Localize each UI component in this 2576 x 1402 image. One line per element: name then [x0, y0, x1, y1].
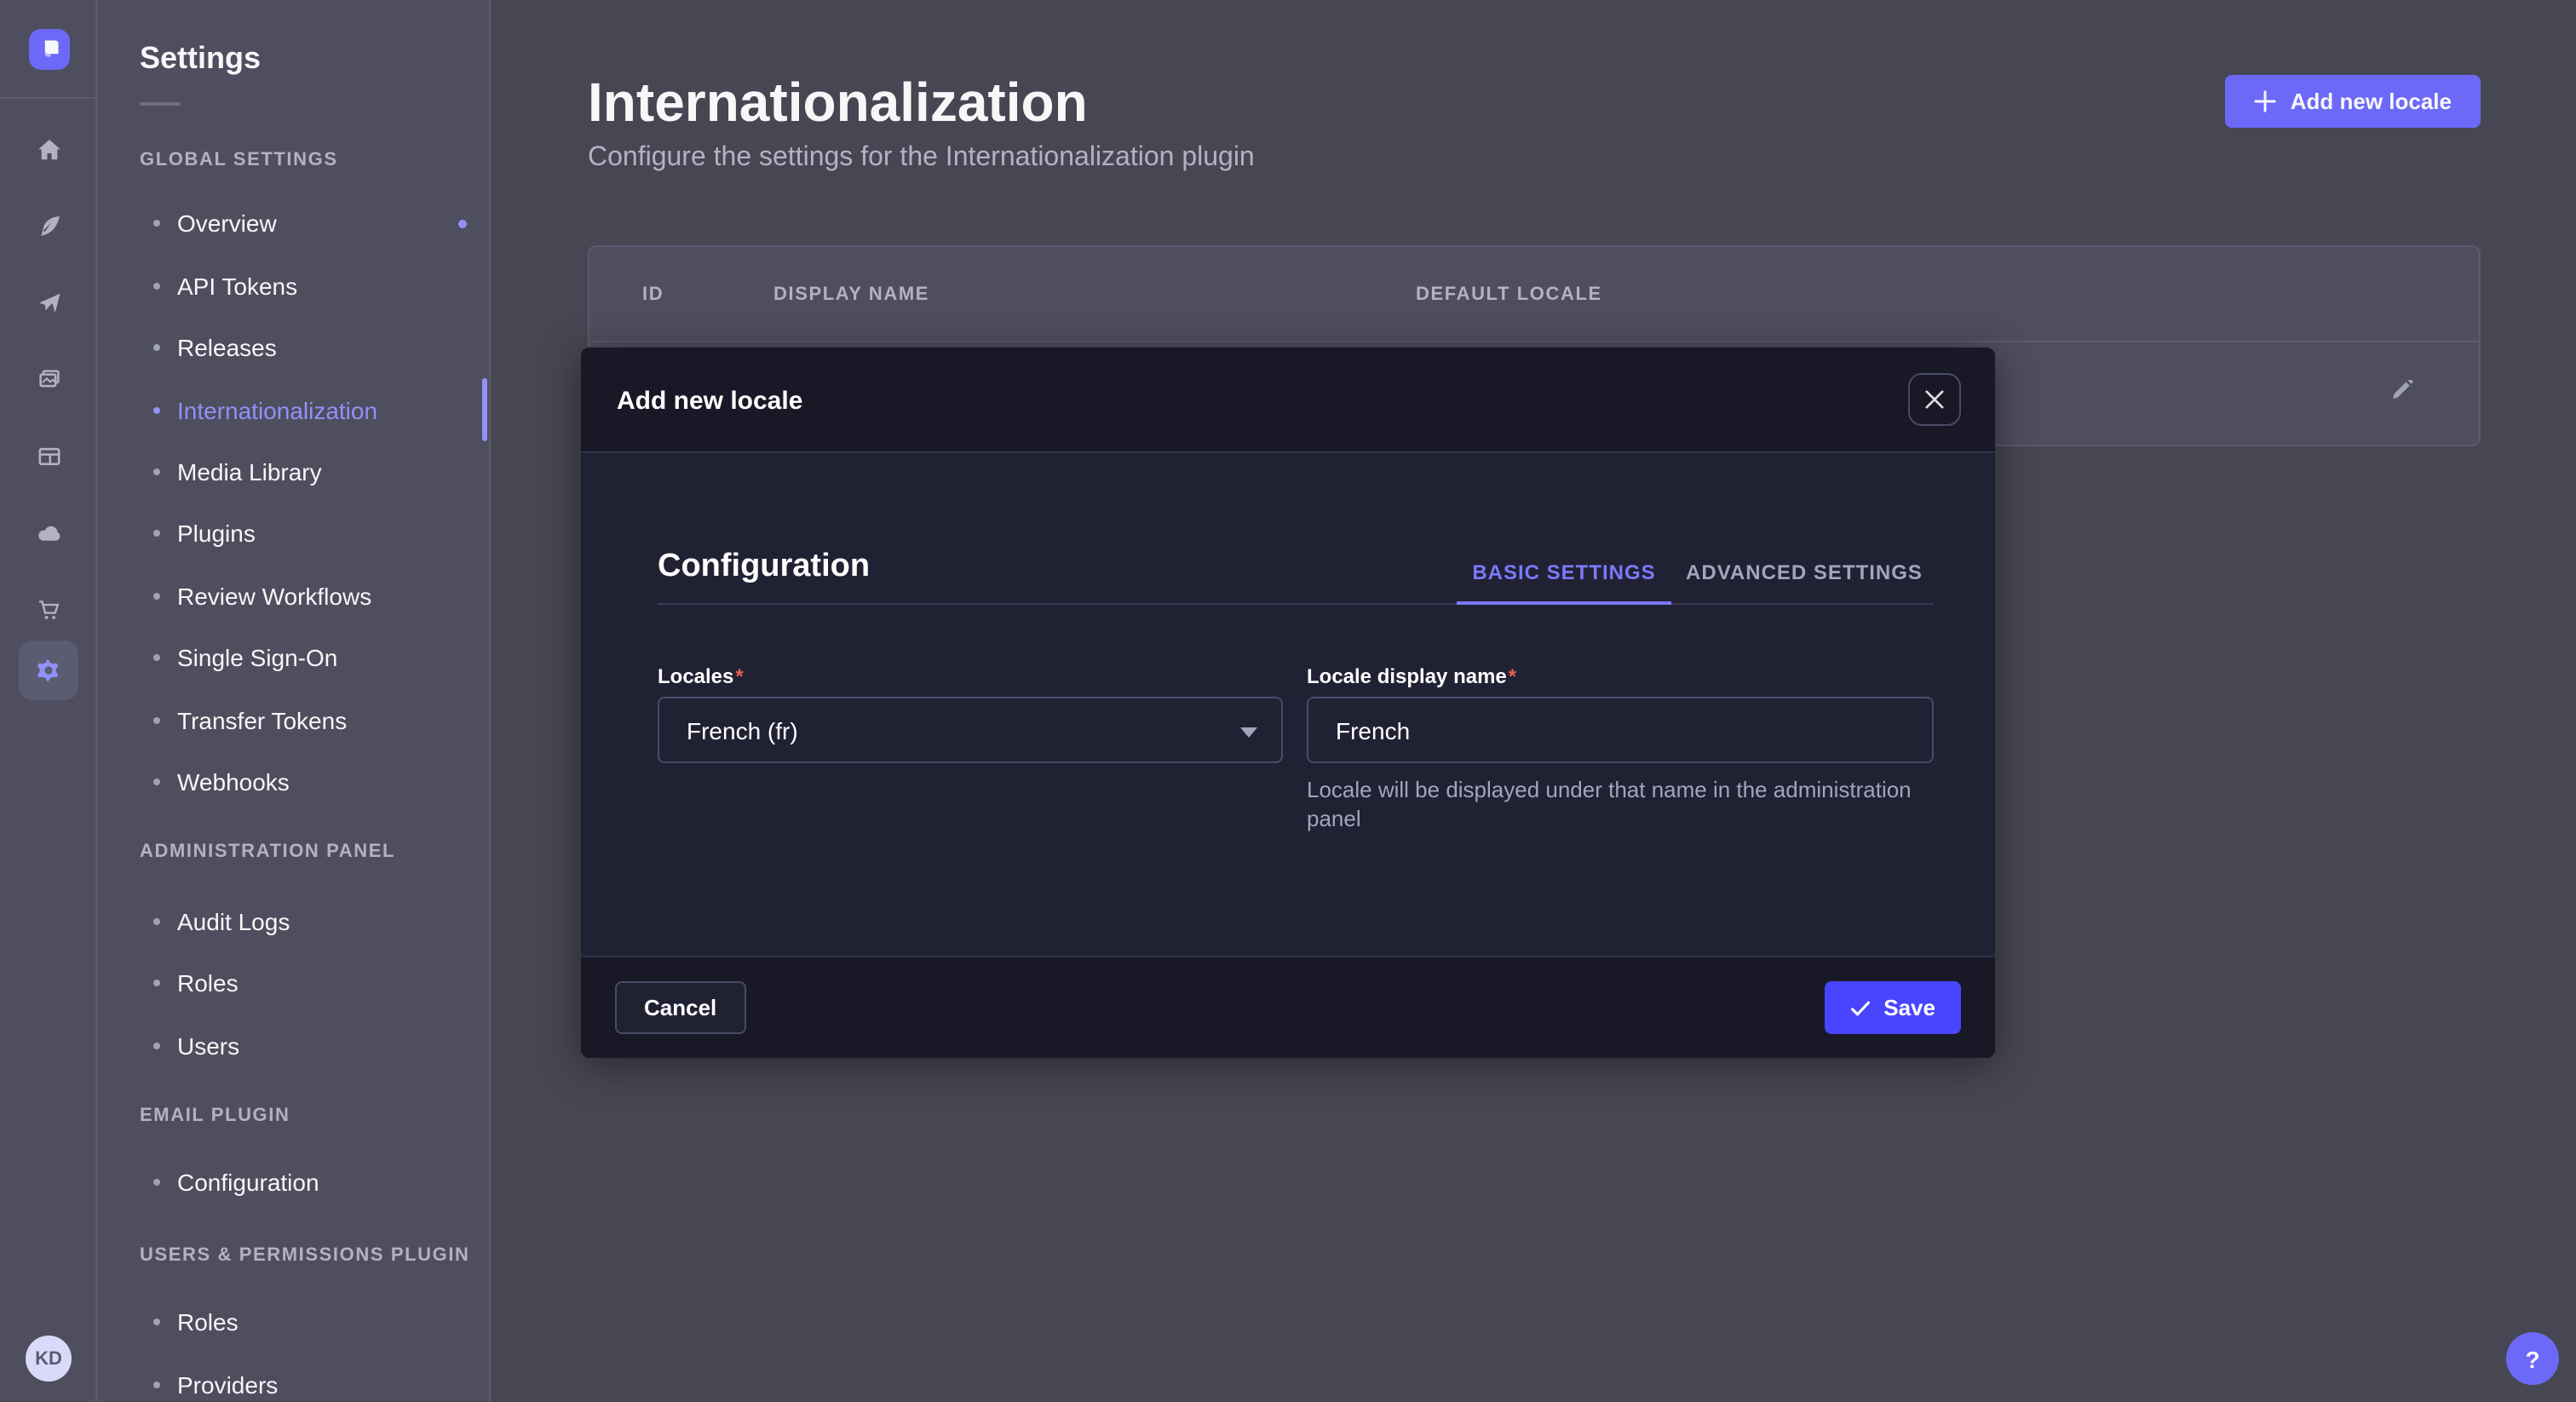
- app-root: KD Settings GLOBAL SETTINGS Overview API…: [0, 0, 2576, 1402]
- locales-select-value: French (fr): [687, 716, 798, 744]
- tab-basic-settings[interactable]: BASIC SETTINGS: [1457, 538, 1671, 606]
- modal-body: Configuration BASIC SETTINGS ADVANCED SE…: [581, 453, 1995, 956]
- display-name-label: Locale display name*: [1307, 664, 1934, 688]
- tabs-divider: [658, 603, 1934, 605]
- display-name-field: Locale display name* Locale will be disp…: [1307, 664, 1934, 833]
- add-locale-modal: Add new locale Configuration BASIC SETTI…: [581, 348, 1995, 1058]
- configuration-heading: Configuration: [658, 549, 870, 586]
- chevron-down-icon: [1240, 727, 1257, 738]
- required-asterisk: *: [1509, 664, 1516, 688]
- required-asterisk: *: [735, 664, 743, 688]
- locales-field: Locales* French (fr): [658, 664, 1283, 763]
- modal-header: Add new locale: [581, 348, 1995, 453]
- display-name-helper: Locale will be displayed under that name…: [1307, 777, 1934, 833]
- locales-label: Locales*: [658, 664, 1283, 688]
- modal-footer: Cancel Save: [581, 956, 1995, 1058]
- check-icon: [1849, 997, 1870, 1018]
- modal-title: Add new locale: [617, 387, 802, 416]
- close-icon[interactable]: [1908, 373, 1961, 426]
- display-name-input[interactable]: [1307, 697, 1934, 763]
- save-button[interactable]: Save: [1824, 981, 1961, 1034]
- active-tab-underline: [1457, 601, 1671, 605]
- tab-advanced-settings[interactable]: ADVANCED SETTINGS: [1671, 538, 1937, 606]
- locales-select[interactable]: French (fr): [658, 697, 1283, 763]
- cancel-button[interactable]: Cancel: [615, 981, 745, 1034]
